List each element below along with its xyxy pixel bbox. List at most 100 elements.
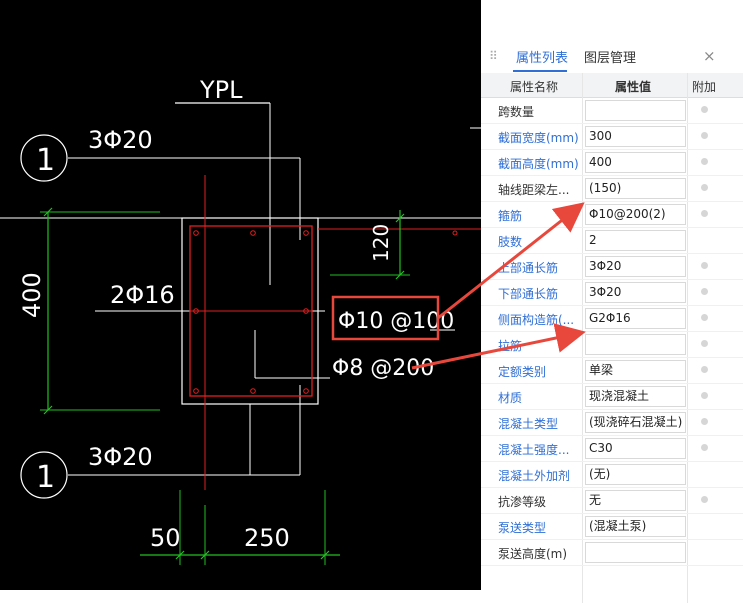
- property-row[interactable]: 上部通长筋 3Φ20: [481, 254, 743, 280]
- property-value-field[interactable]: [585, 334, 686, 355]
- property-rows: 跨数量截面宽度(mm) 300 截面高度(mm) 400 轴线距梁左... (150) 箍筋…: [481, 98, 743, 566]
- property-value-field[interactable]: [585, 542, 686, 563]
- property-value-field[interactable]: (混凝土泵): [585, 516, 686, 537]
- property-value-field[interactable]: (现浇碎石混凝土): [585, 412, 686, 433]
- property-value-field[interactable]: [585, 100, 686, 121]
- property-value-field[interactable]: 无: [585, 490, 686, 511]
- drag-handle-icon[interactable]: ⠿: [489, 49, 498, 63]
- axis-label-top: 1: [36, 143, 55, 178]
- property-row[interactable]: 箍筋 Φ10@200(2): [481, 202, 743, 228]
- property-row[interactable]: 定额类别 单梁: [481, 358, 743, 384]
- dim-height-text: 400: [18, 272, 46, 318]
- property-row[interactable]: 轴线距梁左... (150): [481, 176, 743, 202]
- dim-width-text: 250: [244, 524, 290, 552]
- property-table-header: 属性名称 属性值 附加: [481, 73, 743, 98]
- extra-flag-icon[interactable]: [701, 366, 708, 373]
- column-header-extra: 附加: [692, 80, 717, 94]
- beam-label: YPL: [199, 76, 243, 104]
- extra-flag-icon[interactable]: [701, 184, 708, 191]
- top-rebar-text: 3Φ20: [88, 126, 153, 154]
- rebar-dot: [303, 230, 309, 236]
- axis-label-bottom: 1: [36, 460, 55, 495]
- bottom-rebar-text: 3Φ20: [88, 443, 153, 471]
- property-row[interactable]: 侧面构造筋(... G2Φ16: [481, 306, 743, 332]
- close-icon[interactable]: ×: [703, 47, 716, 65]
- property-value-field[interactable]: 现浇混凝土: [585, 386, 686, 407]
- cad-drawing: YPL 1 1 3Φ20 3Φ20 2Φ16 Φ10 @100 Φ8 @200 …: [0, 76, 481, 565]
- property-name: 抗渗等级: [498, 495, 547, 509]
- property-row[interactable]: 截面高度(mm) 400: [481, 150, 743, 176]
- property-row[interactable]: 拉筋: [481, 332, 743, 358]
- property-row[interactable]: 下部通长筋 3Φ20: [481, 280, 743, 306]
- property-name: 上部通长筋: [498, 261, 559, 275]
- property-row[interactable]: 混凝土强度... C30: [481, 436, 743, 462]
- property-name: 下部通长筋: [498, 287, 559, 301]
- property-row[interactable]: 混凝土类型 (现浇碎石混凝土): [481, 410, 743, 436]
- extra-flag-icon[interactable]: [701, 340, 708, 347]
- property-name: 材质: [498, 391, 523, 405]
- property-name: 泵送类型: [498, 521, 547, 535]
- rebar-dot: [303, 388, 309, 394]
- property-value-field[interactable]: 3Φ20: [585, 256, 686, 277]
- property-name: 肢数: [498, 235, 523, 249]
- property-row[interactable]: 混凝土外加剂 (无): [481, 462, 743, 488]
- extra-flag-icon[interactable]: [701, 496, 708, 503]
- side-rebar-text: 2Φ16: [110, 281, 175, 309]
- property-name: 截面高度(mm): [498, 157, 579, 171]
- property-value-field[interactable]: Φ10@200(2): [585, 204, 686, 225]
- property-row[interactable]: 材质 现浇混凝土: [481, 384, 743, 410]
- property-value-field[interactable]: 300: [585, 126, 686, 147]
- rebar-dot: [452, 230, 458, 236]
- property-name: 混凝土外加剂: [498, 469, 571, 483]
- extra-flag-icon[interactable]: [701, 262, 708, 269]
- property-name: 混凝土强度...: [498, 443, 570, 457]
- dim-left-text: 50: [150, 524, 181, 552]
- stirrup-plain-text: Φ8 @200: [332, 356, 434, 381]
- property-name: 轴线距梁左...: [498, 183, 570, 197]
- rebar-dot: [193, 388, 199, 394]
- rebar-dot: [193, 230, 199, 236]
- property-row[interactable]: 泵送高度(m): [481, 540, 743, 566]
- column-header-name: 属性名称: [510, 80, 559, 94]
- extra-flag-icon[interactable]: [701, 314, 708, 321]
- property-name: 混凝土类型: [498, 417, 559, 431]
- property-value-field[interactable]: 3Φ20: [585, 282, 686, 303]
- property-name: 跨数量: [498, 105, 535, 119]
- property-row[interactable]: 抗渗等级 无: [481, 488, 743, 514]
- property-name: 侧面构造筋(...: [498, 313, 575, 327]
- rebar-dot: [250, 230, 256, 236]
- extra-flag-icon[interactable]: [701, 158, 708, 165]
- property-value-field[interactable]: C30: [585, 438, 686, 459]
- active-tab-indicator: [513, 70, 567, 72]
- property-panel: ⠿ 属性列表 图层管理 × 属性名称 属性值 附加 跨数量截面宽度(mm) 300…: [481, 40, 743, 603]
- extra-flag-icon[interactable]: [701, 132, 708, 139]
- dim-offset-text: 120: [369, 224, 393, 262]
- property-name: 箍筋: [498, 209, 523, 223]
- extra-flag-icon[interactable]: [701, 106, 708, 113]
- property-row[interactable]: 截面宽度(mm) 300: [481, 124, 743, 150]
- property-value-field[interactable]: 400: [585, 152, 686, 173]
- property-name: 拉筋: [498, 339, 523, 353]
- property-value-field[interactable]: (无): [585, 464, 686, 485]
- property-name: 截面宽度(mm): [498, 131, 579, 145]
- property-value-field[interactable]: (150): [585, 178, 686, 199]
- rebar-dot: [250, 388, 256, 394]
- property-row[interactable]: 泵送类型 (混凝土泵): [481, 514, 743, 540]
- column-header-value: 属性值: [615, 80, 652, 94]
- extra-flag-icon[interactable]: [701, 392, 708, 399]
- property-name: 定额类别: [498, 365, 547, 379]
- property-value-field[interactable]: 2: [585, 230, 686, 251]
- extra-flag-icon[interactable]: [701, 418, 708, 425]
- property-row[interactable]: 肢数 2: [481, 228, 743, 254]
- tab-property-list[interactable]: 属性列表: [516, 47, 568, 66]
- property-value-field[interactable]: 单梁: [585, 360, 686, 381]
- extra-flag-icon[interactable]: [701, 210, 708, 217]
- property-name: 泵送高度(m): [498, 547, 568, 561]
- property-row[interactable]: 跨数量: [481, 98, 743, 124]
- extra-flag-icon[interactable]: [701, 288, 708, 295]
- property-value-field[interactable]: G2Φ16: [585, 308, 686, 329]
- tab-layer-manager[interactable]: 图层管理: [584, 47, 636, 66]
- extra-flag-icon[interactable]: [701, 444, 708, 451]
- cad-drawing-canvas[interactable]: YPL 1 1 3Φ20 3Φ20 2Φ16 Φ10 @100 Φ8 @200 …: [0, 0, 481, 590]
- panel-tabbar: ⠿ 属性列表 图层管理 ×: [481, 40, 743, 74]
